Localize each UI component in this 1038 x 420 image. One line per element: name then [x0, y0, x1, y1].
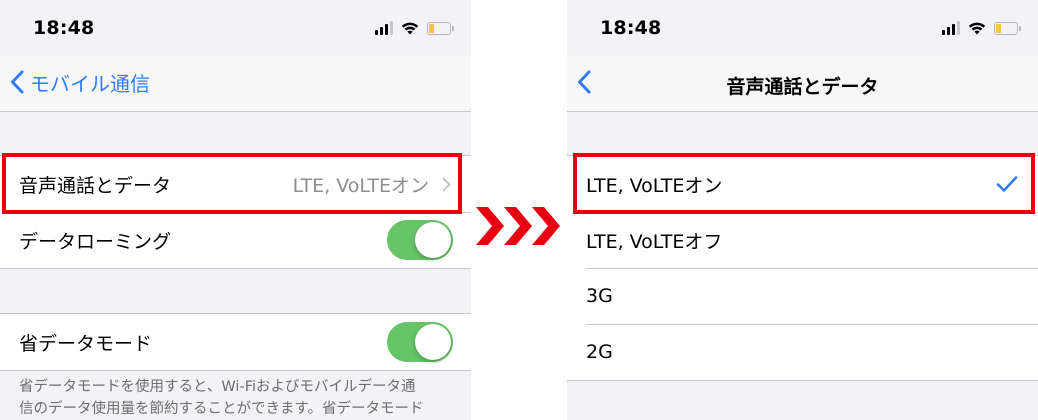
- wifi-icon: [401, 22, 419, 35]
- status-icons: [375, 21, 454, 35]
- status-time: 18:48: [600, 17, 662, 39]
- left-phone-screen: 18:48 モバイル通信 音声通話とデータ LTE, VoLTEオン データロー…: [0, 0, 471, 420]
- cellular-signal-icon: [942, 21, 960, 35]
- status-bar: 18:48: [0, 0, 471, 56]
- battery-icon: [994, 21, 1021, 35]
- battery-icon: [427, 21, 454, 35]
- low-data-mode-footer: 省データモードを使用すると、Wi-Fiおよびモバイルデータ通 信のデータ使用量を…: [19, 376, 452, 420]
- page-title: 音声通話とデータ: [726, 76, 879, 98]
- network-options-list: LTE, VoLTEオン LTE, VoLTEオフ 3G 2G: [567, 155, 1038, 381]
- comparison-canvas: 18:48 モバイル通信 音声通話とデータ LTE, VoLTEオン データロー…: [0, 0, 1038, 420]
- checkmark-icon: [996, 176, 1018, 192]
- navigation-bar: モバイル通信: [0, 56, 471, 112]
- status-icons: [942, 21, 1021, 35]
- back-button[interactable]: モバイル通信: [10, 66, 150, 98]
- data-roaming-toggle[interactable]: [387, 220, 453, 260]
- right-phone-screen: 18:48 音声通話とデータ LTE, VoLTEオン LTE, VoLTEオフ…: [567, 0, 1038, 420]
- low-data-mode-row: 省データモード: [0, 314, 471, 370]
- option-lte-volte-off[interactable]: LTE, VoLTEオフ: [567, 212, 1038, 268]
- status-time: 18:48: [33, 17, 95, 39]
- footer-line-2: 信のデータ使用量を節約することができます。省データモード: [19, 401, 424, 417]
- option-label: 2G: [586, 341, 613, 363]
- data-roaming-row: データローミング: [0, 212, 471, 268]
- cellular-signal-icon: [375, 21, 393, 35]
- wifi-icon: [968, 22, 986, 35]
- data-roaming-label: データローミング: [19, 230, 172, 253]
- option-label: LTE, VoLTEオフ: [586, 230, 723, 253]
- status-bar: 18:48: [567, 0, 1038, 56]
- voice-data-label: 音声通話とデータ: [19, 174, 172, 197]
- low-data-group: 省データモード: [0, 313, 471, 371]
- option-3g[interactable]: 3G: [567, 268, 1038, 324]
- triple-chevron-arrow-icon: [476, 207, 560, 245]
- cellular-settings-group: 音声通話とデータ LTE, VoLTEオン データローミング: [0, 155, 471, 269]
- toggle-knob: [415, 222, 451, 258]
- footer-line-1: 省データモードを使用すると、Wi-Fiおよびモバイルデータ通: [19, 379, 416, 395]
- chevron-left-icon: [11, 70, 24, 94]
- option-label: LTE, VoLTEオン: [586, 174, 723, 197]
- option-2g[interactable]: 2G: [567, 324, 1038, 380]
- back-label: モバイル通信: [30, 71, 150, 96]
- voice-data-value: LTE, VoLTEオン: [292, 174, 429, 197]
- option-label: 3G: [586, 285, 613, 307]
- option-lte-volte-on[interactable]: LTE, VoLTEオン: [567, 156, 1038, 212]
- voice-data-row[interactable]: 音声通話とデータ LTE, VoLTEオン: [0, 156, 471, 212]
- chevron-right-icon: [442, 177, 451, 191]
- toggle-knob: [415, 324, 451, 360]
- low-data-mode-toggle[interactable]: [387, 322, 453, 362]
- navigation-bar: 音声通話とデータ: [567, 56, 1038, 112]
- low-data-mode-label: 省データモード: [19, 332, 153, 355]
